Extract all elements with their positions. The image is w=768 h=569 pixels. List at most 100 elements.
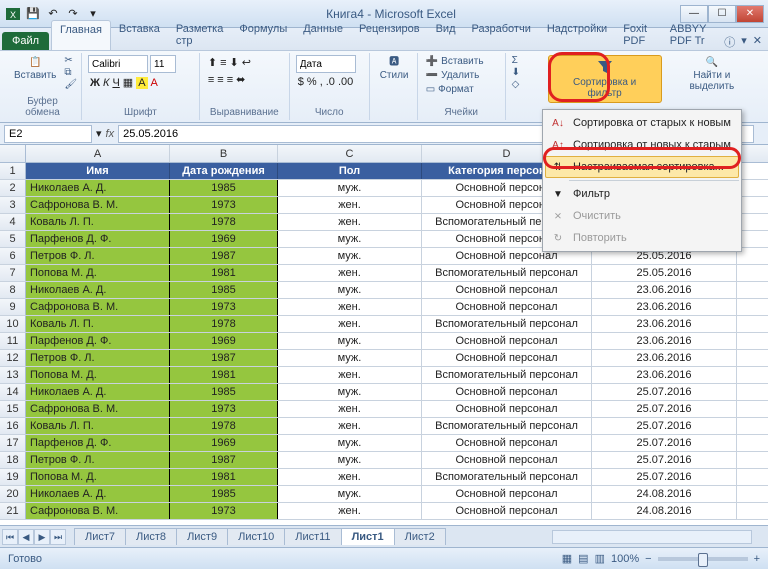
font-size-input[interactable]	[150, 55, 176, 73]
paste-button[interactable]: 📋 Вставить	[10, 55, 60, 83]
table-row[interactable]: 9Сафронова В. М.1973жен.Основной персона…	[0, 299, 768, 316]
menu-custom-sort[interactable]: ⇅ Настраиваемая сортировка...	[545, 156, 739, 178]
cell[interactable]: муж.	[278, 231, 422, 247]
row-header-10[interactable]: 10	[0, 316, 26, 332]
cut-icon[interactable]: ✂	[64, 55, 77, 66]
row-header-21[interactable]: 21	[0, 503, 26, 519]
menu-filter[interactable]: ▼ Фильтр	[545, 183, 739, 205]
cell[interactable]: Вспомогательный персонал	[422, 367, 592, 383]
cell[interactable]: жен.	[278, 418, 422, 434]
underline-button[interactable]: Ч	[112, 77, 119, 89]
merge-icon[interactable]: ⬌	[236, 73, 245, 86]
cell[interactable]: Попова М. Д.	[26, 469, 170, 485]
cell[interactable]: 1969	[170, 231, 278, 247]
name-box[interactable]	[4, 125, 92, 143]
cell[interactable]: Основной персонал	[422, 486, 592, 502]
clear-icon[interactable]: ◇	[512, 79, 520, 90]
row-header-8[interactable]: 8	[0, 282, 26, 298]
cell[interactable]: муж.	[278, 333, 422, 349]
cell[interactable]: Основной персонал	[422, 299, 592, 315]
cell[interactable]: жен.	[278, 469, 422, 485]
cell[interactable]: 25.07.2016	[592, 452, 737, 468]
cell[interactable]: Вспомогательный персонал	[422, 265, 592, 281]
percent-icon[interactable]: %	[307, 76, 317, 88]
column-header-A[interactable]: A	[26, 145, 170, 162]
cell[interactable]: 1981	[170, 367, 278, 383]
cell[interactable]: муж.	[278, 248, 422, 264]
cell[interactable]: Вспомогательный персонал	[422, 418, 592, 434]
ribbon-tab-1[interactable]: Вставка	[111, 20, 168, 50]
ribbon-tab-3[interactable]: Формулы	[231, 20, 295, 50]
cell[interactable]: Основной персонал	[422, 435, 592, 451]
file-tab[interactable]: Файл	[2, 32, 49, 50]
cell[interactable]: Парфенов Д. Ф.	[26, 231, 170, 247]
cell[interactable]: Вспомогательный персонал	[422, 469, 592, 485]
cell[interactable]: 25.07.2016	[592, 401, 737, 417]
cell[interactable]: 1973	[170, 197, 278, 213]
cell[interactable]: Петров Ф. Л.	[26, 350, 170, 366]
cell[interactable]: жен.	[278, 503, 422, 519]
ribbon-tab-4[interactable]: Данные	[295, 20, 351, 50]
cell[interactable]: Основной персонал	[422, 350, 592, 366]
cell[interactable]: 1969	[170, 435, 278, 451]
align-middle-icon[interactable]: ≡	[220, 57, 226, 69]
cell[interactable]: жен.	[278, 265, 422, 281]
doc-close-icon[interactable]: ✕	[753, 34, 762, 50]
cell[interactable]: жен.	[278, 214, 422, 230]
row-header-14[interactable]: 14	[0, 384, 26, 400]
font-color-button[interactable]: A	[151, 77, 158, 89]
zoom-level[interactable]: 100%	[611, 553, 639, 565]
table-row[interactable]: 13Попова М. Д.1981жен.Вспомогательный пе…	[0, 367, 768, 384]
table-header[interactable]: Имя	[26, 163, 170, 179]
cell[interactable]: 1985	[170, 486, 278, 502]
tab-nav-prev-icon[interactable]: ◀	[18, 529, 34, 545]
cell[interactable]: Сафронова В. М.	[26, 197, 170, 213]
cell[interactable]: Коваль Л. П.	[26, 214, 170, 230]
tab-nav-last-icon[interactable]: ⏭	[50, 529, 66, 545]
font-name-input[interactable]	[88, 55, 148, 73]
row-header-17[interactable]: 17	[0, 435, 26, 451]
row-header-2[interactable]: 2	[0, 180, 26, 196]
cell[interactable]: жен.	[278, 316, 422, 332]
cell[interactable]: Сафронова В. М.	[26, 401, 170, 417]
cell[interactable]: жен.	[278, 299, 422, 315]
row-header-1[interactable]: 1	[0, 163, 26, 179]
zoom-out-button[interactable]: −	[645, 553, 651, 565]
cell[interactable]: 1978	[170, 418, 278, 434]
cell[interactable]: 1987	[170, 452, 278, 468]
cell[interactable]: Коваль Л. П.	[26, 316, 170, 332]
styles-button[interactable]: 🅰 Стили	[376, 55, 413, 83]
align-top-icon[interactable]: ⬆	[208, 56, 217, 69]
sheet-tab-Лист11[interactable]: Лист11	[284, 528, 341, 545]
cell[interactable]: 1985	[170, 180, 278, 196]
row-header-5[interactable]: 5	[0, 231, 26, 247]
table-row[interactable]: 15Сафронова В. М.1973жен.Основной персон…	[0, 401, 768, 418]
cell[interactable]: 23.06.2016	[592, 282, 737, 298]
row-header-3[interactable]: 3	[0, 197, 26, 213]
row-header-20[interactable]: 20	[0, 486, 26, 502]
cell[interactable]: жен.	[278, 197, 422, 213]
ribbon-tab-6[interactable]: Вид	[428, 20, 464, 50]
cell[interactable]: муж.	[278, 350, 422, 366]
tab-nav-first-icon[interactable]: ⏮	[2, 529, 18, 545]
cell[interactable]: Вспомогательный персонал	[422, 316, 592, 332]
cell[interactable]: Попова М. Д.	[26, 265, 170, 281]
cell[interactable]: 1978	[170, 316, 278, 332]
cell[interactable]: 1985	[170, 282, 278, 298]
cell[interactable]: жен.	[278, 367, 422, 383]
find-select-button[interactable]: 🔍 Найти и выделить	[666, 55, 758, 94]
cell[interactable]: Петров Ф. Л.	[26, 248, 170, 264]
ribbon-tab-5[interactable]: Рецензиров	[351, 20, 428, 50]
cell[interactable]: Попова М. Д.	[26, 367, 170, 383]
cell[interactable]: Сафронова В. М.	[26, 299, 170, 315]
cell[interactable]: 1981	[170, 469, 278, 485]
column-header-C[interactable]: C	[278, 145, 422, 162]
cell[interactable]: муж.	[278, 282, 422, 298]
align-right-icon[interactable]: ≡	[227, 74, 233, 86]
row-header-13[interactable]: 13	[0, 367, 26, 383]
cell[interactable]: Основной персонал	[422, 384, 592, 400]
cell[interactable]: 25.07.2016	[592, 418, 737, 434]
ribbon-tab-10[interactable]: ABBYY PDF Tr	[662, 20, 724, 50]
row-header-19[interactable]: 19	[0, 469, 26, 485]
cell[interactable]: Парфенов Д. Ф.	[26, 333, 170, 349]
